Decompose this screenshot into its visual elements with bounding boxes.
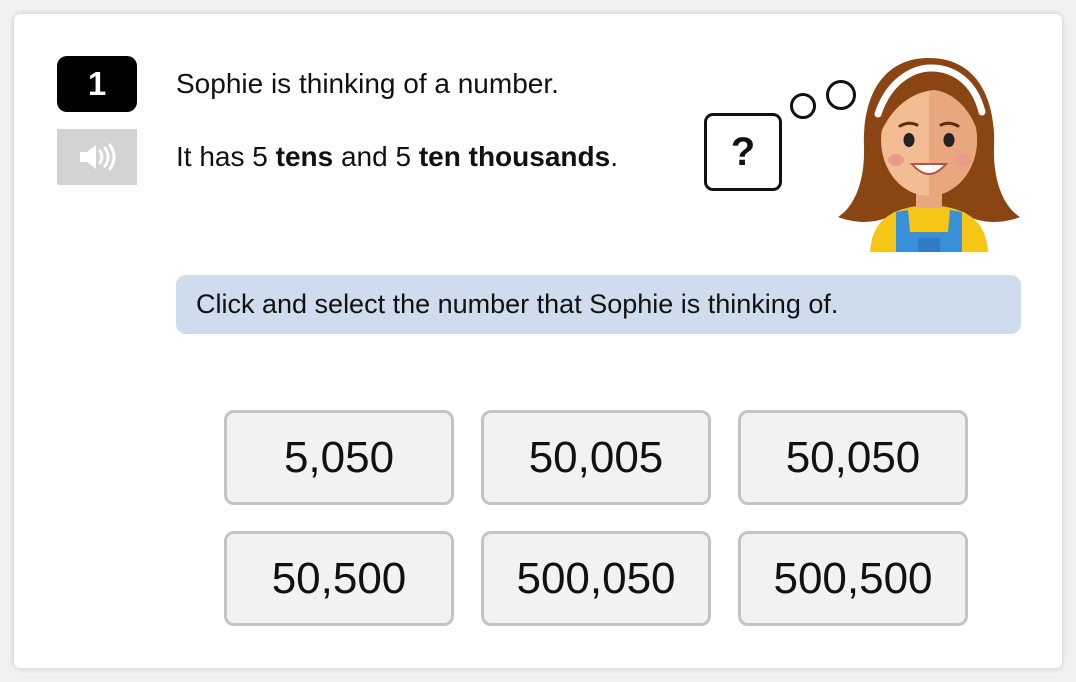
question-number-badge: 1 [57,56,137,112]
instruction-banner: Click and select the number that Sophie … [176,275,1021,334]
answer-option-50500[interactable]: 50,500 [224,531,454,626]
answer-option-500500[interactable]: 500,500 [738,531,968,626]
thought-bubble-small [790,93,816,119]
answer-option-50050[interactable]: 50,050 [738,410,968,505]
answer-option-50005[interactable]: 50,005 [481,410,711,505]
speaker-icon [80,143,116,171]
sophie-avatar [838,58,1020,252]
mystery-number-box: ? [704,113,782,191]
answer-option-500050[interactable]: 500,050 [481,531,711,626]
question-line-1: Sophie is thinking of a number. [176,68,559,99]
question-line-2: It has 5 tens and 5 ten thousands. [176,141,618,172]
answer-option-5050[interactable]: 5,050 [224,410,454,505]
audio-button[interactable] [57,129,137,185]
